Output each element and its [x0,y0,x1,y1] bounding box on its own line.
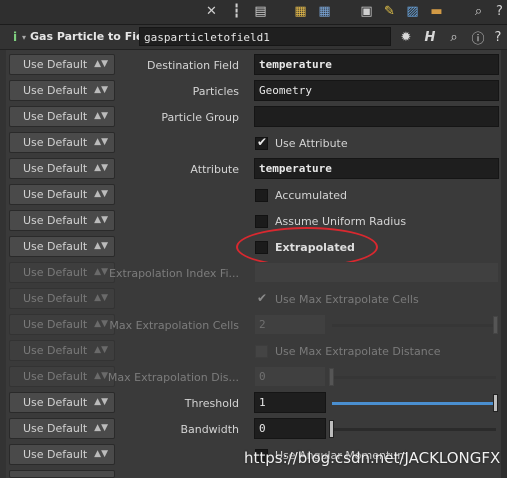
assume-uniform-radius-checkbox[interactable] [255,215,268,228]
box-icon[interactable]: ▬ [428,3,445,20]
param-label-threshold: Threshold [184,397,239,410]
check-icon: ✔ [257,291,268,305]
use-attribute-checkbox[interactable]: ✔ [255,135,268,150]
scrollbar[interactable] [501,50,507,478]
wrench-icon[interactable]: ✕ [203,3,220,20]
max-extrapolation-distance-slider-handle [329,368,334,386]
gear-icon[interactable]: ✹ [397,28,415,46]
table-icon[interactable]: ▦ [316,3,333,20]
node-type-label: Gas Particle to Field [30,30,156,43]
updown-icon: ▲▼ [94,85,108,95]
use-default-button: Use Default ▲▼ [9,340,115,361]
use-default-button[interactable]: Use Default ▲▼ [9,184,115,205]
use-default-button[interactable] [9,470,115,478]
param-label-bandwidth: Bandwidth [180,423,239,436]
bandwidth-input[interactable]: 0 [254,418,326,439]
help-circle-icon[interactable]: ? [489,28,507,46]
particles-input[interactable]: Geometry [254,80,499,101]
search-icon[interactable]: ⌕ [470,3,487,20]
updown-icon: ▲▼ [94,423,108,433]
updown-icon: ▲▼ [94,111,108,121]
dropdown-arrow-icon[interactable]: ▾ [22,33,26,42]
updown-icon: ▲▼ [94,137,108,147]
updown-icon: ▲▼ [94,449,108,459]
updown-icon: ▲▼ [94,241,108,251]
use-default-button[interactable]: Use Default ▲▼ [9,392,115,413]
use-max-extrapolate-distance-label: Use Max Extrapolate Distance [275,345,441,358]
search-params-icon[interactable]: ⌕ [445,28,463,46]
max-extrapolation-distance-slider [332,376,496,379]
updown-icon: ▲▼ [94,59,108,69]
use-max-extrapolate-distance-checkbox [255,345,268,358]
param-label-max-extrapolation-cells: Max Extrapolation Cells [109,319,239,332]
node-name-field[interactable]: gasparticletofield1 [139,27,391,46]
top-toolbar: ✕ ┇ ▤ ▦ ▦ ▣ ✎ ▨ ▬ ⌕ ? [0,0,507,25]
updown-icon: ▲▼ [94,345,108,355]
use-default-button[interactable]: Use Default ▲▼ [9,444,115,465]
help-icon[interactable]: ? [491,3,507,20]
use-default-button[interactable]: Use Default ▲▼ [9,132,115,153]
threshold-slider-handle[interactable] [493,394,498,412]
use-default-button[interactable]: Use Default ▲▼ [9,158,115,179]
tree-icon[interactable]: ┇ [228,3,245,20]
use-max-extrapolate-cells-label: Use Max Extrapolate Cells [275,293,419,306]
param-label-particle-group: Particle Group [161,111,239,124]
notes-icon[interactable]: ✎ [381,3,398,20]
updown-icon: ▲▼ [94,163,108,173]
updown-icon: ▲▼ [94,215,108,225]
bandwidth-slider[interactable] [332,428,496,431]
left-strip [0,50,6,478]
list-icon[interactable]: ▤ [252,3,269,20]
use-default-button[interactable]: Use Default ▲▼ [9,106,115,127]
updown-icon: ▲▼ [94,293,108,303]
use-default-button[interactable]: Use Default ▲▼ [9,236,115,257]
attribute-input[interactable]: temperature [254,158,499,179]
use-max-extrapolate-cells-checkbox: ✔ [255,291,268,306]
use-default-button: Use Default ▲▼ [9,314,115,335]
image-icon[interactable]: ▨ [404,3,421,20]
accumulated-checkbox[interactable] [255,189,268,202]
bandwidth-slider-handle[interactable] [329,420,334,438]
use-default-button[interactable]: Use Default ▲▼ [9,210,115,231]
display-icon[interactable]: ▣ [358,3,375,20]
check-icon: ✔ [257,135,268,149]
use-default-button: Use Default ▲▼ [9,262,115,283]
updown-icon: ▲▼ [94,189,108,199]
updown-icon: ▲▼ [94,319,108,329]
max-extrapolation-distance-input: 0 [254,366,326,387]
annotation-ellipse [236,227,378,267]
threshold-slider-fill [332,402,494,405]
destination-field-input[interactable]: temperature [254,54,499,75]
max-extrapolation-cells-slider-handle [493,316,498,334]
use-default-button: Use Default ▲▼ [9,288,115,309]
houdini-help-icon[interactable]: H [421,28,439,46]
particle-group-input[interactable] [254,106,499,127]
max-extrapolation-cells-slider [332,324,496,327]
use-default-button[interactable]: Use Default ▲▼ [9,418,115,439]
param-label-max-extrapolation-distance: Max Extrapolation Dis... [107,371,239,384]
grid-icon[interactable]: ▦ [292,3,309,20]
extrapolation-index-field-input [254,262,499,283]
param-label-destination-field: Destination Field [146,59,239,72]
info-circle-icon[interactable]: ⓘ [469,28,487,47]
assume-uniform-radius-label: Assume Uniform Radius [275,215,407,228]
param-label-particles: Particles [192,85,239,98]
param-label-extrapolation-index-field: Extrapolation Index Fi... [109,267,239,280]
use-default-button: Use Default ▲▼ [9,366,115,387]
watermark: https://blog.csdn.net/JACKLONGFX [244,449,501,467]
param-label-attribute: Attribute [190,163,239,176]
max-extrapolation-cells-input: 2 [254,314,326,335]
accumulated-label: Accumulated [275,189,347,202]
use-attribute-label: Use Attribute [275,137,348,150]
updown-icon: ▲▼ [94,267,108,277]
use-default-button[interactable]: Use Default ▲▼ [9,80,115,101]
use-default-button[interactable]: Use Default ▲▼ [9,54,115,75]
updown-icon: ▲▼ [94,397,108,407]
threshold-input[interactable]: 1 [254,392,326,413]
updown-icon: ▲▼ [94,371,108,381]
